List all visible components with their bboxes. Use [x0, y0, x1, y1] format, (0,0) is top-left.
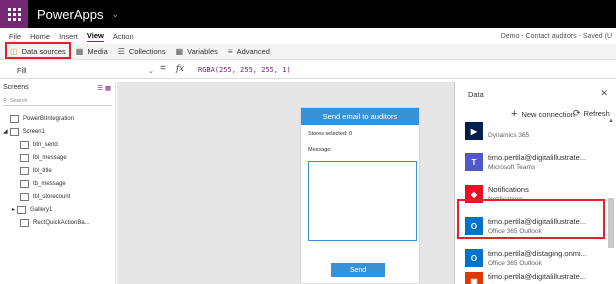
tree-item-label: Gallery1 — [30, 206, 53, 213]
formula-bar: Fill ⌄ = fx RGBA(255, 255, 255, 1) — [0, 62, 616, 79]
tree-view: Screens ☰ ▦ ⚲ Search PowerBIIntegration … — [0, 82, 116, 284]
property-dropdown[interactable]: Fill ⌄ — [9, 65, 157, 76]
ribbon: ◫ Data sources ▦ Media ☰ Collections ▦ V… — [0, 44, 616, 60]
message-textbox[interactable] — [308, 161, 417, 241]
app-name: PowerApps — [37, 6, 104, 22]
advanced-label: Advanced — [236, 47, 270, 56]
data-source-type: Dynamics 365 — [488, 132, 530, 139]
tree-item-lbl-title[interactable]: lbl_title — [0, 164, 115, 177]
refresh-label: Refresh — [583, 109, 610, 118]
media-button[interactable]: ▦ Media — [76, 47, 108, 56]
tree-item-label: RectQuickActionBa... — [33, 219, 90, 226]
collections-icon: ☰ — [117, 47, 125, 56]
tree-item-label: lbl_message — [33, 154, 67, 161]
teams-icon: T — [465, 153, 483, 171]
rectangle-icon — [20, 218, 29, 227]
data-source-type: Microsoft Teams — [488, 164, 536, 171]
data-source-teams[interactable]: T timo.pertila@digitalillustrate... Micr… — [455, 146, 616, 178]
advanced-icon: ≡ — [227, 47, 233, 56]
tree-item-tb-message[interactable]: tb_message — [0, 177, 115, 190]
tree-header: Screens ☰ ▦ — [0, 82, 115, 93]
variables-button[interactable]: ▦ Variables — [176, 47, 218, 56]
menu-insert[interactable]: Insert — [59, 32, 78, 41]
fx-button[interactable]: fx — [176, 64, 184, 74]
tree-item-label: Screen1 — [22, 128, 45, 135]
view-toggle-icon[interactable]: ☰ ▦ — [97, 84, 111, 92]
data-source-name: timo.pertila@digitalillustrate... — [488, 272, 587, 281]
tree-title: Screens — [3, 84, 29, 91]
tree-item-lbl-message[interactable]: lbl_message — [0, 151, 115, 164]
variables-label: Variables — [187, 47, 218, 56]
menu-home[interactable]: Home — [30, 32, 50, 41]
integration-icon — [10, 114, 19, 123]
tree-search[interactable]: ⚲ Search — [3, 96, 112, 106]
data-source-office-users[interactable]: ▣ timo.pertila@digitalillustrate... — [455, 270, 616, 284]
menu-file[interactable]: File — [9, 32, 21, 41]
chevron-down-icon: ⌄ — [148, 67, 154, 75]
menu-action[interactable]: Action — [113, 32, 134, 41]
office-icon: ▣ — [465, 272, 483, 284]
highlight-box — [457, 199, 605, 239]
tree-item-rect[interactable]: RectQuickActionBa... — [0, 216, 115, 229]
button-icon — [20, 140, 29, 149]
tree-item-integration[interactable]: PowerBIIntegration — [0, 112, 115, 125]
advanced-button[interactable]: ≡ Advanced — [228, 47, 270, 56]
data-source-type: Office 365 Outlook — [488, 260, 542, 267]
screen-preview[interactable]: Send email to auditors Stores selected: … — [300, 107, 420, 284]
collections-button[interactable]: ☰ Collections — [118, 47, 166, 56]
app-header: PowerApps ⌄ — [0, 0, 616, 28]
equals-sign: = — [160, 63, 166, 74]
tree-item-label: PowerBIIntegration — [23, 115, 75, 122]
highlight-box — [5, 42, 71, 59]
document-title: Demo - Contact auditors - Saved (U — [500, 32, 612, 40]
collections-label: Collections — [128, 47, 166, 56]
panel-title: Data — [468, 90, 484, 99]
menu-view[interactable]: View — [86, 31, 104, 42]
screen-icon — [9, 127, 19, 136]
chevron-down-icon[interactable]: ⌄ — [111, 9, 119, 20]
label-icon — [20, 192, 29, 201]
tree-item-label: tb_message — [33, 180, 66, 187]
data-source-dynamics[interactable]: ▶ Dynamics 365 — [455, 118, 616, 146]
message-label: Message: — [308, 147, 332, 153]
textbox-icon — [20, 179, 29, 188]
chevron-down-icon[interactable]: ◢ — [3, 128, 8, 135]
tree-item-label: lbl_storecount — [33, 193, 71, 200]
media-label: Media — [87, 47, 108, 56]
search-icon: ⚲ — [3, 97, 8, 104]
tree-search-placeholder: Search — [10, 97, 28, 104]
data-source-name: Notifications — [488, 185, 529, 194]
data-source-name: timo.pertila@distaging.onmi... — [488, 249, 587, 258]
card-title: Send email to auditors — [301, 108, 419, 125]
menu-bar: File Home Insert View Action Demo - Cont… — [0, 28, 616, 44]
stores-label: Stores selected: 0 — [308, 131, 353, 137]
outlook-icon: O — [465, 249, 483, 267]
label-icon — [20, 153, 29, 162]
data-panel: Data ✕ + New connection ⟳ Refresh ▲ ▶ Dy… — [454, 82, 616, 284]
send-button[interactable]: Send — [331, 263, 385, 277]
formula-input[interactable]: RGBA(255, 255, 255, 1) — [198, 66, 291, 74]
media-icon: ▦ — [75, 47, 84, 56]
data-source-name: timo.pertila@digitalillustrate... — [488, 153, 587, 162]
tree-item-label: lbl_title — [33, 167, 52, 174]
label-icon — [20, 166, 29, 175]
gallery-icon — [17, 205, 27, 214]
close-icon[interactable]: ✕ — [600, 88, 608, 99]
tree-item-gallery[interactable]: ▸ Gallery1 — [0, 203, 115, 216]
dynamics-icon: ▶ — [465, 122, 483, 140]
app-launcher-button[interactable] — [0, 0, 28, 28]
tree-item-btn-send[interactable]: btn_send — [0, 138, 115, 151]
chevron-right-icon[interactable]: ▸ — [12, 206, 15, 213]
waffle-icon — [7, 7, 21, 21]
variables-icon: ▦ — [175, 47, 184, 56]
tree-item-screen[interactable]: ◢ Screen1 — [0, 125, 115, 138]
tree-item-label: btn_send — [33, 141, 58, 148]
tree-item-lbl-storecount[interactable]: lbl_storecount — [0, 190, 115, 203]
property-value: Fill — [17, 66, 27, 75]
